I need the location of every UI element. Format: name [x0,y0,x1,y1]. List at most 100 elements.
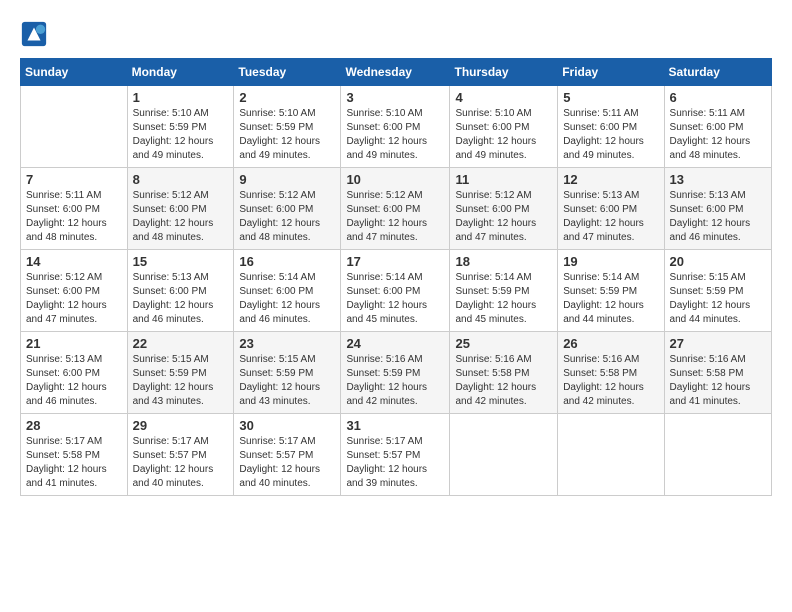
calendar-week-3: 14Sunrise: 5:12 AMSunset: 6:00 PMDayligh… [21,250,772,332]
day-info: Sunrise: 5:14 AMSunset: 6:00 PMDaylight:… [239,271,335,327]
day-number: 16 [239,254,335,269]
calendar-cell: 11 Sunrise: 5:12 AMSunset: 6:00 PMDayligh… [450,168,558,250]
day-info: Sunrise: 5:10 AMSunset: 6:00 PMDaylight:… [455,107,552,163]
calendar-week-2: 7Sunrise: 5:11 AMSunset: 6:00 PMDaylight… [21,168,772,250]
day-info: Sunrise: 5:10 AMSunset: 5:59 PMDaylight:… [133,107,229,163]
day-info: Sunrise: 5:17 AMSunset: 5:58 PMDaylight:… [26,435,122,491]
day-info: Sunrise: 5:12 AMSunset: 6:00 PMDaylight:… [346,189,444,245]
calendar-cell: 1 Sunrise: 5:10 AMSunset: 5:59 PMDaylight… [127,86,234,168]
day-number: 10 [346,172,444,187]
calendar-cell: 10 Sunrise: 5:12 AMSunset: 6:00 PMDayligh… [341,168,450,250]
calendar-cell: 8Sunrise: 5:12 AMSunset: 6:00 PMDaylight… [127,168,234,250]
day-number: 4 [455,90,552,105]
day-number: 5 [563,90,658,105]
day-number: 31 [346,418,444,433]
day-number: 2 [239,90,335,105]
calendar-cell: 28Sunrise: 5:17 AMSunset: 5:58 PMDayligh… [21,414,128,496]
day-number: 24 [346,336,444,351]
calendar-cell: 13 Sunrise: 5:13 AMSunset: 6:00 PMDayligh… [664,168,771,250]
day-number: 15 [133,254,229,269]
day-info: Sunrise: 5:16 AMSunset: 5:59 PMDaylight:… [346,353,444,409]
calendar-cell: 29 Sunrise: 5:17 AMSunset: 5:57 PMDayligh… [127,414,234,496]
day-number: 9 [239,172,335,187]
calendar-table: Sunday Monday Tuesday Wednesday Thursday… [20,58,772,496]
day-number: 6 [670,90,766,105]
day-number: 18 [455,254,552,269]
day-number: 12 [563,172,658,187]
col-monday: Monday [127,59,234,86]
col-thursday: Thursday [450,59,558,86]
day-info: Sunrise: 5:12 AMSunset: 6:00 PMDaylight:… [239,189,335,245]
day-info: Sunrise: 5:17 AMSunset: 5:57 PMDaylight:… [239,435,335,491]
col-friday: Friday [558,59,664,86]
calendar-cell [558,414,664,496]
col-sunday: Sunday [21,59,128,86]
calendar-cell: 7Sunrise: 5:11 AMSunset: 6:00 PMDaylight… [21,168,128,250]
calendar-cell: 12 Sunrise: 5:13 AMSunset: 6:00 PMDayligh… [558,168,664,250]
day-number: 26 [563,336,658,351]
calendar-cell: 24 Sunrise: 5:16 AMSunset: 5:59 PMDayligh… [341,332,450,414]
calendar-cell: 31 Sunrise: 5:17 AMSunset: 5:57 PMDayligh… [341,414,450,496]
logo-icon [20,20,48,48]
day-info: Sunrise: 5:15 AMSunset: 5:59 PMDaylight:… [670,271,766,327]
calendar-cell: 6Sunrise: 5:11 AMSunset: 6:00 PMDaylight… [664,86,771,168]
day-number: 22 [133,336,229,351]
calendar-week-1: 1 Sunrise: 5:10 AMSunset: 5:59 PMDaylight… [21,86,772,168]
col-tuesday: Tuesday [234,59,341,86]
calendar-cell [664,414,771,496]
day-info: Sunrise: 5:15 AMSunset: 5:59 PMDaylight:… [133,353,229,409]
calendar-week-4: 21Sunrise: 5:13 AMSunset: 6:00 PMDayligh… [21,332,772,414]
day-info: Sunrise: 5:11 AMSunset: 6:00 PMDaylight:… [563,107,658,163]
day-info: Sunrise: 5:13 AMSunset: 6:00 PMDaylight:… [563,189,658,245]
calendar-cell: 19 Sunrise: 5:14 AMSunset: 5:59 PMDayligh… [558,250,664,332]
calendar-cell: 5 Sunrise: 5:11 AMSunset: 6:00 PMDaylight… [558,86,664,168]
day-number: 25 [455,336,552,351]
calendar-cell [450,414,558,496]
calendar-cell: 30 Sunrise: 5:17 AMSunset: 5:57 PMDayligh… [234,414,341,496]
calendar-cell: 4 Sunrise: 5:10 AMSunset: 6:00 PMDaylight… [450,86,558,168]
day-number: 11 [455,172,552,187]
day-number: 17 [346,254,444,269]
calendar-cell: 3Sunrise: 5:10 AMSunset: 6:00 PMDaylight… [341,86,450,168]
day-info: Sunrise: 5:17 AMSunset: 5:57 PMDaylight:… [133,435,229,491]
calendar-cell: 21Sunrise: 5:13 AMSunset: 6:00 PMDayligh… [21,332,128,414]
day-info: Sunrise: 5:14 AMSunset: 6:00 PMDaylight:… [346,271,444,327]
calendar-cell: 26 Sunrise: 5:16 AMSunset: 5:58 PMDayligh… [558,332,664,414]
day-number: 8 [133,172,229,187]
day-info: Sunrise: 5:10 AMSunset: 6:00 PMDaylight:… [346,107,444,163]
day-info: Sunrise: 5:12 AMSunset: 6:00 PMDaylight:… [455,189,552,245]
calendar-cell: 17 Sunrise: 5:14 AMSunset: 6:00 PMDayligh… [341,250,450,332]
day-info: Sunrise: 5:17 AMSunset: 5:57 PMDaylight:… [346,435,444,491]
calendar-cell: 15 Sunrise: 5:13 AMSunset: 6:00 PMDayligh… [127,250,234,332]
logo [20,20,50,48]
day-number: 30 [239,418,335,433]
calendar-cell: 22 Sunrise: 5:15 AMSunset: 5:59 PMDayligh… [127,332,234,414]
day-number: 29 [133,418,229,433]
calendar-cell: 18 Sunrise: 5:14 AMSunset: 5:59 PMDayligh… [450,250,558,332]
day-info: Sunrise: 5:15 AMSunset: 5:59 PMDaylight:… [239,353,335,409]
day-info: Sunrise: 5:13 AMSunset: 6:00 PMDaylight:… [670,189,766,245]
calendar-cell: 23 Sunrise: 5:15 AMSunset: 5:59 PMDayligh… [234,332,341,414]
day-number: 23 [239,336,335,351]
day-info: Sunrise: 5:16 AMSunset: 5:58 PMDaylight:… [455,353,552,409]
day-info: Sunrise: 5:16 AMSunset: 5:58 PMDaylight:… [670,353,766,409]
day-info: Sunrise: 5:13 AMSunset: 6:00 PMDaylight:… [133,271,229,327]
day-number: 1 [133,90,229,105]
calendar-cell: 2Sunrise: 5:10 AMSunset: 5:59 PMDaylight… [234,86,341,168]
calendar-cell: 14Sunrise: 5:12 AMSunset: 6:00 PMDayligh… [21,250,128,332]
day-number: 19 [563,254,658,269]
calendar-week-5: 28Sunrise: 5:17 AMSunset: 5:58 PMDayligh… [21,414,772,496]
calendar-cell: 20 Sunrise: 5:15 AMSunset: 5:59 PMDayligh… [664,250,771,332]
day-info: Sunrise: 5:16 AMSunset: 5:58 PMDaylight:… [563,353,658,409]
page-header [20,20,772,48]
calendar-cell: 9 Sunrise: 5:12 AMSunset: 6:00 PMDaylight… [234,168,341,250]
calendar-cell: 27 Sunrise: 5:16 AMSunset: 5:58 PMDayligh… [664,332,771,414]
col-saturday: Saturday [664,59,771,86]
calendar-cell: 25 Sunrise: 5:16 AMSunset: 5:58 PMDayligh… [450,332,558,414]
day-number: 13 [670,172,766,187]
day-number: 27 [670,336,766,351]
day-info: Sunrise: 5:14 AMSunset: 5:59 PMDaylight:… [455,271,552,327]
calendar-cell [21,86,128,168]
day-info: Sunrise: 5:14 AMSunset: 5:59 PMDaylight:… [563,271,658,327]
day-number: 20 [670,254,766,269]
